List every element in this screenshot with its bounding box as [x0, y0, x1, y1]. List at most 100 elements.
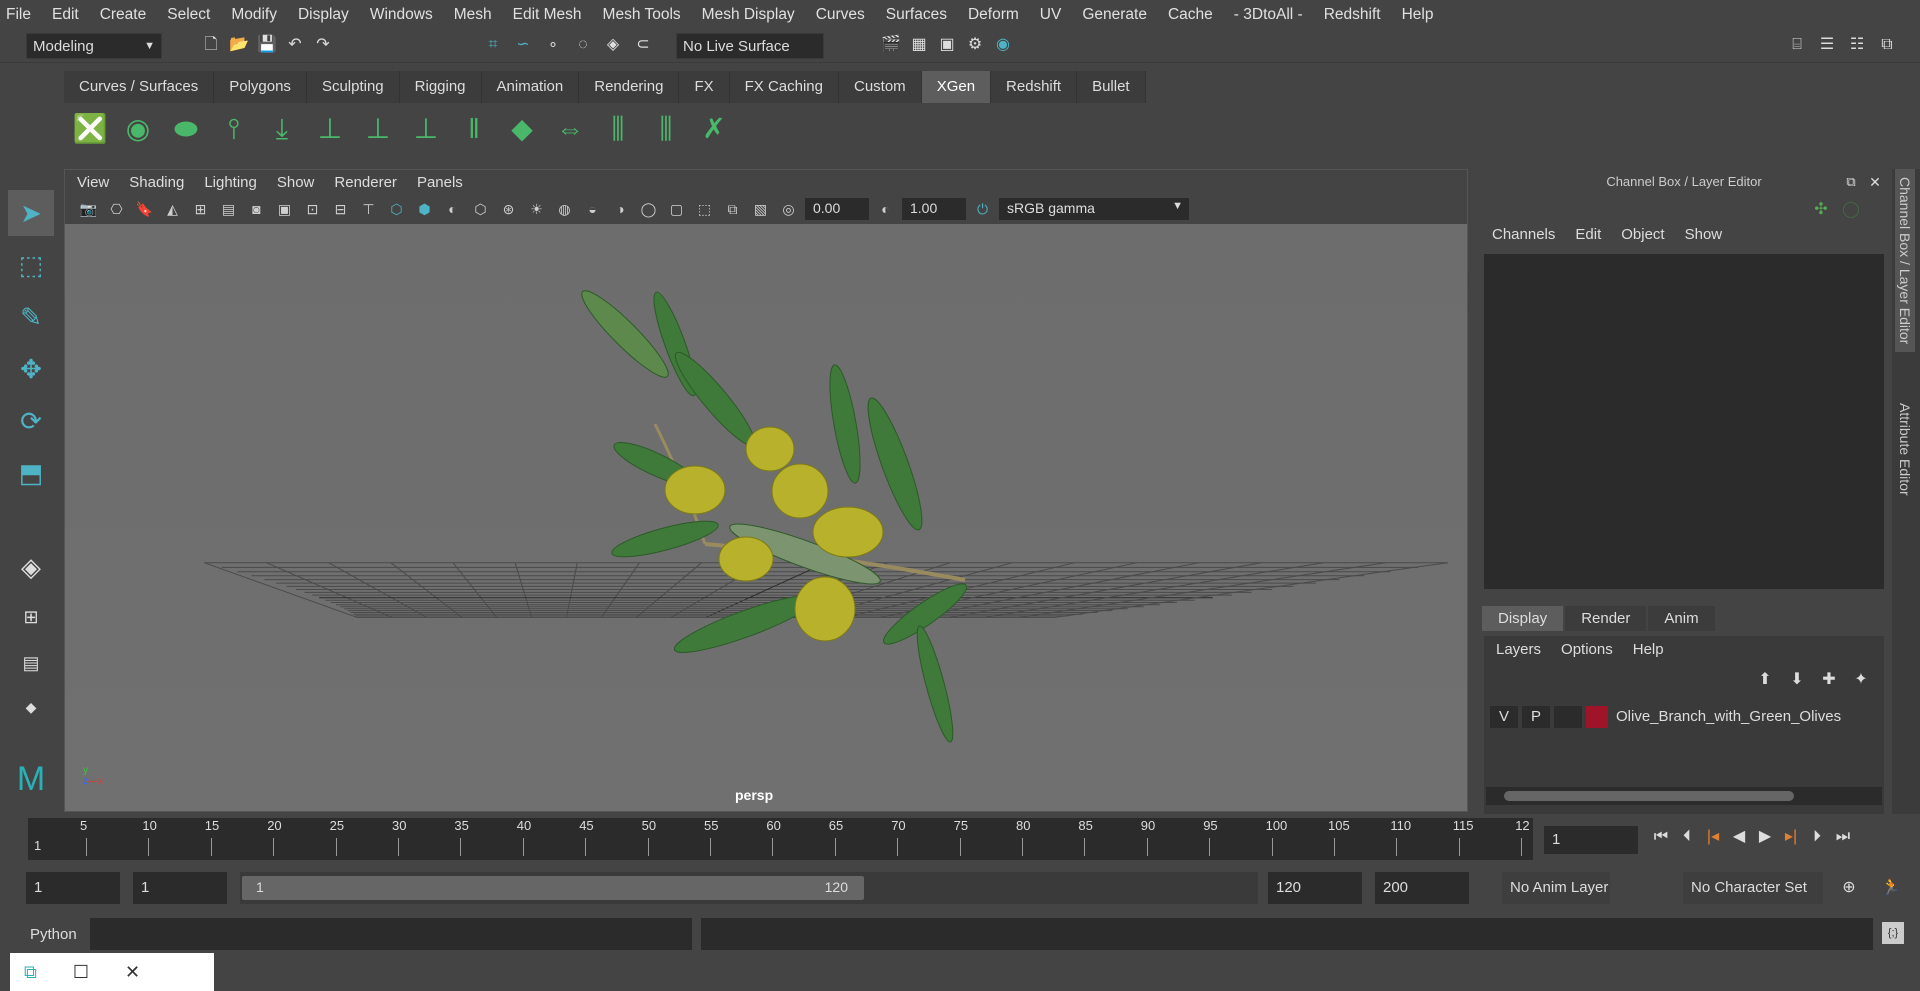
play-forward-icon[interactable]: ▶	[1754, 826, 1776, 848]
use-lights-icon[interactable]: ⊛	[497, 198, 520, 220]
smooth-shade-icon[interactable]: ⬢	[413, 198, 436, 220]
render-view-icon[interactable]: 🎬	[880, 34, 902, 56]
xgen-add-guides-icon[interactable]: ⫯	[214, 107, 254, 151]
maximize-icon[interactable]: ☐	[73, 962, 89, 983]
tab-sculpting[interactable]: Sculpting	[307, 71, 400, 103]
3d-scene[interactable]: y z—x persp	[65, 224, 1467, 811]
gamma-field[interactable]: 1.00	[902, 198, 966, 220]
safe-title-icon[interactable]: ⊤	[357, 198, 380, 220]
redo-icon[interactable]: ↷	[312, 34, 334, 56]
menu--3dtoall-[interactable]: - 3DtoAll -	[1234, 6, 1303, 24]
move-tool-icon[interactable]: ✥	[8, 346, 54, 392]
xgen-sculpt-icon[interactable]: ‖	[454, 107, 494, 151]
xgen-add-guide-icon[interactable]: ⊥	[310, 107, 350, 151]
tab-bullet[interactable]: Bullet	[1077, 71, 1146, 103]
channel-menu-show[interactable]: Show	[1685, 226, 1723, 243]
depth-of-field-icon[interactable]: ◯	[637, 198, 660, 220]
shadows-icon[interactable]: ☀	[525, 198, 548, 220]
mode-dropdown[interactable]: Modeling ▼	[26, 33, 162, 59]
auto-key-icon[interactable]: ⊕	[1838, 877, 1860, 899]
command-input[interactable]	[90, 918, 692, 950]
layer-color-swatch[interactable]	[1586, 705, 1608, 728]
resolution-gate-icon[interactable]: ◙	[245, 198, 268, 220]
xray-active-icon[interactable]: ▧	[749, 198, 772, 220]
wireframe-on-shaded-icon[interactable]: ◐	[441, 198, 464, 220]
axis-icon[interactable]: ✣	[1810, 199, 1832, 221]
single-view-icon[interactable]: ◈	[8, 544, 54, 590]
color-space-dropdown[interactable]: sRGB gamma ▼	[999, 198, 1189, 220]
menu-curves[interactable]: Curves	[816, 6, 865, 24]
gamma-icon[interactable]: ◐	[874, 198, 897, 220]
anti-alias-icon[interactable]: ◑	[609, 198, 632, 220]
channel-menu-channels[interactable]: Channels	[1492, 226, 1555, 243]
next-key-icon[interactable]: ▸|	[1780, 826, 1802, 848]
tab-channel-box[interactable]: Channel Box / Layer Editor	[1895, 169, 1915, 353]
menu-cache[interactable]: Cache	[1168, 6, 1213, 24]
menu-mesh-tools[interactable]: Mesh Tools	[603, 6, 681, 24]
open-scene-icon[interactable]: 📂	[228, 34, 250, 56]
image-plane-icon[interactable]: ◭	[161, 198, 184, 220]
playback-end-field[interactable]: 120	[1268, 872, 1362, 904]
xgen-density-icon[interactable]: ◆	[502, 107, 542, 151]
tab-polygons[interactable]: Polygons	[214, 71, 307, 103]
range-slider-handle[interactable]: 1 120	[242, 876, 864, 900]
tab-rendering[interactable]: Rendering	[579, 71, 680, 103]
camera-attr-icon[interactable]: ⎔	[105, 198, 128, 220]
snap-surface-icon[interactable]: ◈	[602, 34, 624, 56]
menu-select[interactable]: Select	[167, 6, 210, 24]
gate-mask-icon[interactable]: ▣	[273, 198, 296, 220]
viewport-menu-shading[interactable]: Shading	[129, 174, 184, 191]
menu-display[interactable]: Display	[298, 6, 349, 24]
tab-animation[interactable]: Animation	[482, 71, 580, 103]
new-layer-selected-icon[interactable]: ✦	[1850, 669, 1872, 691]
menu-mesh[interactable]: Mesh	[454, 6, 492, 24]
tab-attribute-editor[interactable]: Attribute Editor	[1895, 395, 1915, 504]
attribute-editor-icon[interactable]: ☰	[1816, 34, 1838, 56]
make-live-icon[interactable]: ⊂	[632, 34, 654, 56]
bookmark-icon[interactable]: 🔖	[133, 198, 156, 220]
time-slider[interactable]: 1 5 10 15 20 25 30 35 40 45 50 55 60 65 70 75 80 85 90 95 1…	[28, 818, 1533, 860]
channel-box-icon[interactable]: ⧉	[1876, 34, 1898, 56]
xgen-lock-guide-icon[interactable]: ⊥	[406, 107, 446, 151]
menu-uv[interactable]: UV	[1040, 6, 1062, 24]
playback-start-field[interactable]: 1	[133, 872, 227, 904]
step-back-key-icon[interactable]: ⏴	[1676, 826, 1698, 848]
exposure-icon[interactable]: ◎	[777, 198, 800, 220]
channel-menu-object[interactable]: Object	[1621, 226, 1664, 243]
xgen-preview-icon[interactable]: ◉	[118, 107, 158, 151]
xgen-place-icon[interactable]: ⤓	[262, 107, 302, 151]
modeling-toolkit-icon[interactable]: ⌸	[1786, 34, 1808, 56]
xgen-select-guide-icon[interactable]: ⊥	[358, 107, 398, 151]
tab-fx[interactable]: FX	[679, 71, 730, 103]
tab-custom[interactable]: Custom	[839, 71, 922, 103]
render-settings-icon[interactable]: ⚙	[964, 34, 986, 56]
character-set-dropdown[interactable]: No Character Set	[1683, 872, 1823, 904]
horizontal-scrollbar[interactable]	[1486, 787, 1882, 805]
current-frame-field[interactable]: 1	[1544, 826, 1638, 854]
tab-redshift[interactable]: Redshift	[991, 71, 1078, 103]
menu-redshift[interactable]: Redshift	[1324, 6, 1381, 24]
outliner-icon[interactable]: ◆	[8, 684, 54, 730]
layer-menu-help[interactable]: Help	[1633, 641, 1664, 658]
safe-action-icon[interactable]: ⊟	[329, 198, 352, 220]
viewport-menu-renderer[interactable]: Renderer	[334, 174, 397, 191]
viewport-menu-show[interactable]: Show	[277, 174, 315, 191]
film-gate-icon[interactable]: ▤	[217, 198, 240, 220]
step-forward-icon[interactable]: ⏵	[1806, 826, 1828, 848]
isolate-select-icon[interactable]: ▢	[665, 198, 688, 220]
tab-xgen[interactable]: XGen	[921, 71, 992, 103]
tool-settings-icon[interactable]: ☷	[1846, 34, 1868, 56]
live-surface-field[interactable]: No Live Surface	[676, 33, 824, 59]
command-language-label[interactable]: Python	[30, 926, 77, 943]
anim-layer-dropdown[interactable]: No Anim Layer	[1502, 872, 1610, 904]
scale-tool-icon[interactable]: ⬒	[8, 450, 54, 496]
tab-curves-surfaces[interactable]: Curves / Surfaces	[64, 71, 215, 103]
new-scene-icon[interactable]: 🗋	[200, 34, 222, 56]
viewport-menu-view[interactable]: View	[77, 174, 109, 191]
script-editor-icon[interactable]: {;}	[1882, 922, 1904, 944]
xgen-guide-curve-icon[interactable]: ⫼	[646, 107, 686, 151]
xgen-editor-icon[interactable]: ❎	[70, 107, 110, 151]
lasso-tool-icon[interactable]: ⬚	[8, 242, 54, 288]
layer-menu-options[interactable]: Options	[1561, 641, 1613, 658]
rotate-tool-icon[interactable]: ⟳	[8, 398, 54, 444]
